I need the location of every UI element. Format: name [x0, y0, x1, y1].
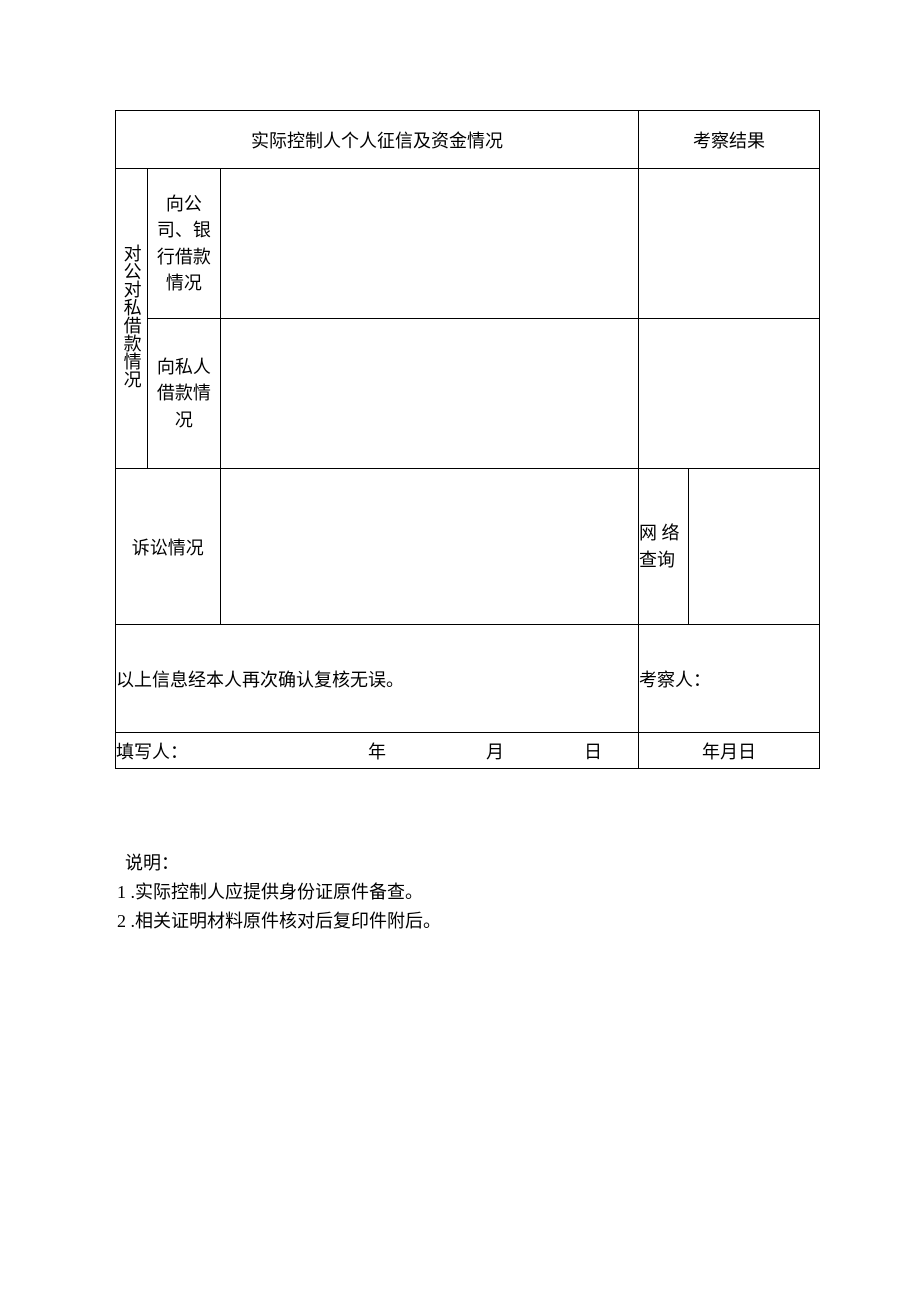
notes-item-1: 1 .实际控制人应提供身份证原件备查。 [117, 878, 820, 907]
net-query-value [689, 469, 820, 625]
loan-private-result [638, 319, 819, 469]
confirmation-row: 以上信息经本人再次确认复核无误。 考察人： [116, 625, 820, 733]
confirm-text-cell: 以上信息经本人再次确认复核无误。 [116, 625, 639, 733]
month-label: 月 [486, 742, 504, 762]
date-compact: 年月日 [702, 742, 756, 762]
signer-cell: 填写人： 年 月 日 [116, 733, 639, 769]
inspector-label: 考察人： [639, 670, 711, 690]
litigation-label-cell: 诉讼情况 [116, 469, 221, 625]
signer-label: 填写人： [116, 742, 188, 762]
notes-item-1-num: 1 . [117, 882, 135, 902]
litigation-label: 诉讼情况 [132, 538, 204, 558]
confirm-text: 以上信息经本人再次确认复核无误。 [116, 670, 404, 690]
table-header-row: 实际控制人个人征信及资金情况 考察结果 [116, 111, 820, 169]
loan-company-row: 对公对私借款情况 向公司、银行借款情况 [116, 169, 820, 319]
notes-item-2: 2 .相关证明材料原件核对后复印件附后。 [117, 907, 820, 936]
table-title: 实际控制人个人征信及资金情况 [251, 131, 503, 151]
loan-group-label: 对公对私借款情况 [123, 244, 141, 388]
loan-private-row: 向私人借款情况 [116, 319, 820, 469]
loan-private-label-cell: 向私人借款情况 [148, 319, 220, 469]
notes-item-1-text: 实际控制人应提供身份证原件备查。 [135, 882, 423, 902]
notes-item-2-text: 相关证明材料原件核对后复印件附后。 [135, 911, 441, 931]
litigation-value [220, 469, 638, 625]
result-header: 考察结果 [693, 131, 765, 151]
litigation-row: 诉讼情况 网 络查询 [116, 469, 820, 625]
loan-company-label: 向公司、银行借款情况 [157, 194, 211, 292]
loan-company-value [220, 169, 638, 319]
credit-fund-table: 实际控制人个人征信及资金情况 考察结果 对公对私借款情况 向公司、银行借款情况 … [115, 110, 820, 769]
loan-company-label-cell: 向公司、银行借款情况 [148, 169, 220, 319]
result-header-cell: 考察结果 [638, 111, 819, 169]
inspector-cell: 考察人： [638, 625, 819, 733]
loan-group-cell: 对公对私借款情况 [116, 169, 148, 469]
net-query-cell: 网 络查询 [638, 469, 688, 625]
loan-private-value [220, 319, 638, 469]
table-title-cell: 实际控制人个人征信及资金情况 [116, 111, 639, 169]
loan-company-result [638, 169, 819, 319]
signature-row: 填写人：年月日 年月日 [116, 733, 820, 769]
notes-heading: 说明： [125, 849, 820, 878]
notes-item-2-num: 2 . [117, 911, 135, 931]
year-label: 年 [368, 742, 386, 762]
notes-section: 说明： 1 .实际控制人应提供身份证原件备查。 2 .相关证明材料原件核对后复印… [115, 849, 820, 935]
loan-private-label: 向私人借款情况 [157, 357, 211, 429]
date-compact-cell: 年月日 [638, 733, 819, 769]
net-query-label: 网 络查询 [639, 523, 680, 570]
day-label: 日 [584, 742, 602, 762]
